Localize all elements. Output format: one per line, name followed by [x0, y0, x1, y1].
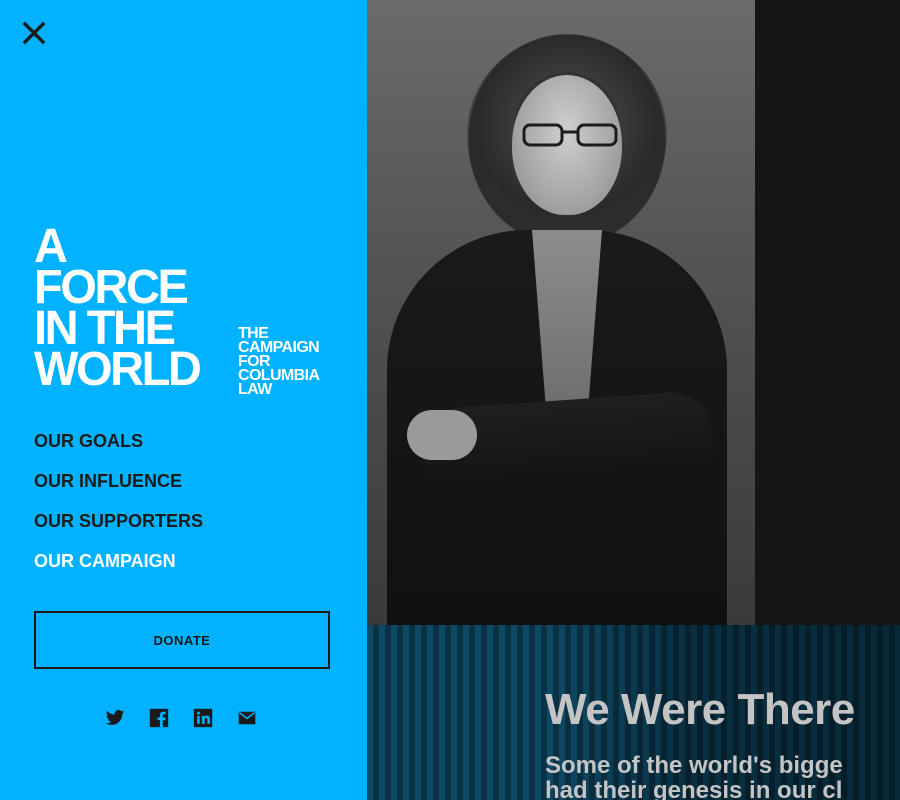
close-icon[interactable]	[20, 19, 48, 47]
dark-panel	[755, 0, 900, 625]
nav-overlay-panel: A FORCE IN THE WORLD THE CAMPAIGN FOR CO…	[0, 0, 367, 800]
feature-subtitle-line: Some of the world's bigge	[545, 752, 843, 779]
feature-subtitle: Some of the world's bigge had their gene…	[545, 753, 900, 800]
facebook-icon[interactable]	[149, 708, 169, 728]
logo-line: WORLD	[34, 343, 202, 396]
feature-band[interactable]: We Were There Some of the world's bigge …	[367, 625, 900, 800]
photo-shape	[522, 123, 618, 147]
main-menu: OUR GOALS OUR INFLUENCE OUR SUPPORTERS O…	[34, 430, 203, 590]
page: A FORCE IN THE WORLD THE CAMPAIGN FOR CO…	[0, 0, 900, 800]
twitter-icon[interactable]	[105, 708, 125, 728]
logo-wordmark: A FORCE IN THE WORLD	[34, 223, 202, 396]
menu-item-our-influence[interactable]: OUR INFLUENCE	[34, 470, 203, 510]
social-links	[105, 708, 257, 728]
logo-sub-line: LAW	[238, 381, 272, 398]
menu-item-our-campaign[interactable]: OUR CAMPAIGN	[34, 550, 203, 590]
menu-item-our-supporters[interactable]: OUR SUPPORTERS	[34, 510, 203, 550]
feature-subtitle-line: had their genesis in our cl	[545, 777, 843, 800]
photo-shape	[407, 410, 477, 460]
email-icon[interactable]	[237, 708, 257, 728]
menu-item-our-goals[interactable]: OUR GOALS	[34, 430, 203, 470]
donate-button[interactable]: DONATE	[34, 611, 330, 669]
portrait-photo	[367, 0, 755, 625]
logo-subtitle: THE CAMPAIGN FOR COLUMBIA LAW	[238, 326, 320, 398]
linkedin-icon[interactable]	[193, 708, 213, 728]
feature-title: We Were There	[545, 685, 855, 734]
campaign-logo[interactable]: A FORCE IN THE WORLD THE CAMPAIGN FOR CO…	[34, 223, 334, 398]
